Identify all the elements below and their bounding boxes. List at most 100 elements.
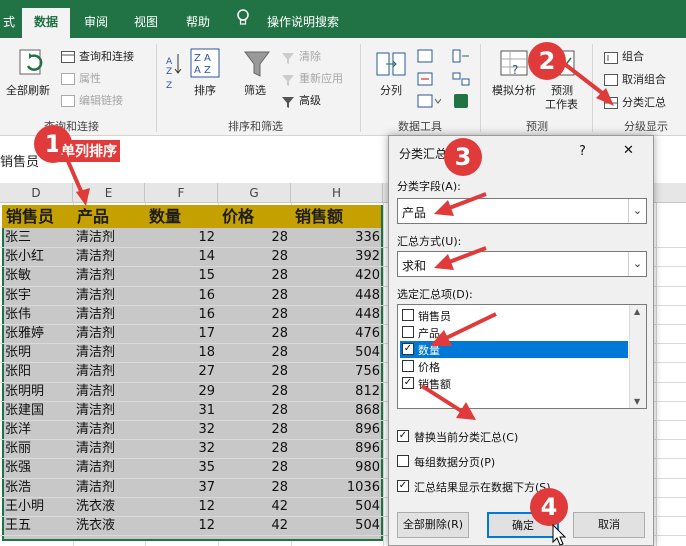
table-cell[interactable]: 28 bbox=[218, 439, 291, 458]
table-cell[interactable]: 张敏 bbox=[5, 266, 76, 285]
table-cell[interactable]: 清洁剂 bbox=[76, 305, 148, 324]
table-cell[interactable]: 42 bbox=[218, 516, 291, 535]
list-scrollbar[interactable]: ▲ ▼ bbox=[629, 305, 646, 408]
table-cell[interactable]: 896 bbox=[291, 439, 383, 458]
checkbox-box[interactable] bbox=[397, 455, 409, 467]
chevron-down-icon[interactable]: ⌄ bbox=[628, 252, 646, 276]
table-cell[interactable]: 28 bbox=[218, 401, 291, 420]
table-cell[interactable]: 504 bbox=[291, 516, 383, 535]
table-cell[interactable]: 868 bbox=[291, 401, 383, 420]
list-item[interactable]: 价格 bbox=[400, 358, 628, 375]
checkbox-box[interactable]: ✓ bbox=[397, 480, 409, 492]
table-cell[interactable]: 35 bbox=[145, 458, 218, 477]
column-header[interactable]: F bbox=[145, 183, 218, 203]
table-cell[interactable]: 张雅婷 bbox=[5, 324, 76, 343]
table-cell[interactable]: 张洋 bbox=[5, 420, 76, 439]
tab-data[interactable]: 数据 bbox=[22, 8, 70, 38]
scroll-up-icon[interactable]: ▲ bbox=[634, 307, 640, 316]
table-cell[interactable]: 28 bbox=[218, 247, 291, 266]
table-cell[interactable]: 张明明 bbox=[5, 382, 76, 401]
table-cell[interactable]: 28 bbox=[218, 420, 291, 439]
table-cell[interactable]: 清洁剂 bbox=[76, 228, 148, 247]
table-cell[interactable]: 28 bbox=[218, 286, 291, 305]
table-cell[interactable]: 32 bbox=[145, 439, 218, 458]
sort-button[interactable]: 排序 bbox=[194, 82, 216, 98]
scroll-down-icon[interactable]: ▼ bbox=[634, 397, 640, 406]
table-cell[interactable]: 420 bbox=[291, 266, 383, 285]
table-cell[interactable]: 28 bbox=[218, 458, 291, 477]
checkbox-box[interactable] bbox=[402, 360, 414, 372]
table-cell[interactable]: 756 bbox=[291, 362, 383, 381]
table-cell[interactable]: 张建国 bbox=[5, 401, 76, 420]
table-cell[interactable]: 洗衣液 bbox=[76, 516, 148, 535]
reapply-button[interactable]: 重新应用 bbox=[299, 70, 343, 86]
table-cell[interactable]: 张丽 bbox=[5, 439, 76, 458]
table-cell[interactable]: 清洁剂 bbox=[76, 362, 148, 381]
table-cell[interactable]: 448 bbox=[291, 286, 383, 305]
checkbox-box[interactable]: ✓ bbox=[402, 377, 414, 389]
data-validation-icon[interactable] bbox=[417, 93, 442, 112]
header-cell[interactable]: 数量 bbox=[145, 205, 218, 228]
table-cell[interactable]: 28 bbox=[218, 324, 291, 343]
header-cell[interactable]: 销售额 bbox=[291, 205, 383, 228]
sort-az-icon[interactable]: AZZ bbox=[166, 52, 182, 100]
table-cell[interactable]: 27 bbox=[145, 362, 218, 381]
column-header[interactable]: G bbox=[218, 183, 291, 203]
chevron-down-icon[interactable]: ⌄ bbox=[628, 199, 646, 223]
subtotal-button[interactable]: 分类汇总 bbox=[622, 94, 666, 110]
text-to-columns-button[interactable]: 分列 bbox=[380, 82, 402, 98]
queries-connections-button[interactable]: 查询和连接 bbox=[79, 48, 134, 64]
relationships-icon[interactable] bbox=[452, 71, 470, 90]
table-cell[interactable]: 18 bbox=[145, 343, 218, 362]
tab-view[interactable]: 视图 bbox=[128, 8, 164, 38]
tell-me-search[interactable]: 操作说明搜索 bbox=[258, 8, 348, 38]
tab-formulas[interactable]: 式 bbox=[0, 8, 18, 38]
table-cell[interactable]: 清洁剂 bbox=[76, 343, 148, 362]
column-header[interactable]: H bbox=[291, 183, 383, 203]
table-cell[interactable]: 812 bbox=[291, 382, 383, 401]
table-cell[interactable]: 28 bbox=[218, 305, 291, 324]
refresh-all-button[interactable]: 全部刷新 bbox=[6, 82, 50, 98]
table-cell[interactable]: 12 bbox=[145, 497, 218, 516]
table-cell[interactable]: 清洁剂 bbox=[76, 458, 148, 477]
checkbox-box[interactable]: ✓ bbox=[397, 430, 409, 442]
table-cell[interactable]: 清洁剂 bbox=[76, 382, 148, 401]
group-button[interactable]: 组合 bbox=[622, 48, 644, 64]
table-cell[interactable]: 28 bbox=[218, 382, 291, 401]
table-cell[interactable]: 504 bbox=[291, 343, 383, 362]
table-cell[interactable]: 14 bbox=[145, 247, 218, 266]
consolidate-icon[interactable] bbox=[452, 48, 470, 67]
ungroup-button[interactable]: 取消组合 bbox=[622, 71, 666, 87]
table-cell[interactable]: 392 bbox=[291, 247, 383, 266]
table-cell[interactable]: 336 bbox=[291, 228, 383, 247]
table-cell[interactable]: 17 bbox=[145, 324, 218, 343]
checkbox-box[interactable]: ✓ bbox=[402, 343, 414, 355]
checkbox-box[interactable] bbox=[402, 326, 414, 338]
table-cell[interactable]: 清洁剂 bbox=[76, 401, 148, 420]
table-cell[interactable]: 28 bbox=[218, 478, 291, 497]
table-cell[interactable]: 28 bbox=[218, 362, 291, 381]
table-cell[interactable]: 洗衣液 bbox=[76, 497, 148, 516]
table-cell[interactable]: 张伟 bbox=[5, 305, 76, 324]
table-cell[interactable]: 28 bbox=[218, 266, 291, 285]
table-cell[interactable]: 张阳 bbox=[5, 362, 76, 381]
header-cell[interactable]: 价格 bbox=[218, 205, 291, 228]
table-cell[interactable]: 448 bbox=[291, 305, 383, 324]
table-cell[interactable]: 张宇 bbox=[5, 286, 76, 305]
table-cell[interactable]: 896 bbox=[291, 420, 383, 439]
table-cell[interactable]: 清洁剂 bbox=[76, 266, 148, 285]
table-cell[interactable]: 29 bbox=[145, 382, 218, 401]
remove-all-button[interactable]: 全部删除(R) bbox=[397, 512, 469, 538]
table-cell[interactable]: 清洁剂 bbox=[76, 247, 148, 266]
table-cell[interactable]: 980 bbox=[291, 458, 383, 477]
table-cell[interactable]: 28 bbox=[218, 228, 291, 247]
table-cell[interactable]: 1036 bbox=[291, 478, 383, 497]
table-cell[interactable]: 张小红 bbox=[5, 247, 76, 266]
remove-duplicates-icon[interactable] bbox=[417, 71, 433, 90]
table-cell[interactable]: 清洁剂 bbox=[76, 439, 148, 458]
checkbox-box[interactable] bbox=[402, 309, 414, 321]
filter-button[interactable]: 筛选 bbox=[244, 82, 266, 98]
what-if-analysis-button[interactable]: 模拟分析 bbox=[492, 82, 536, 98]
table-cell[interactable]: 15 bbox=[145, 266, 218, 285]
table-cell[interactable]: 张明 bbox=[5, 343, 76, 362]
